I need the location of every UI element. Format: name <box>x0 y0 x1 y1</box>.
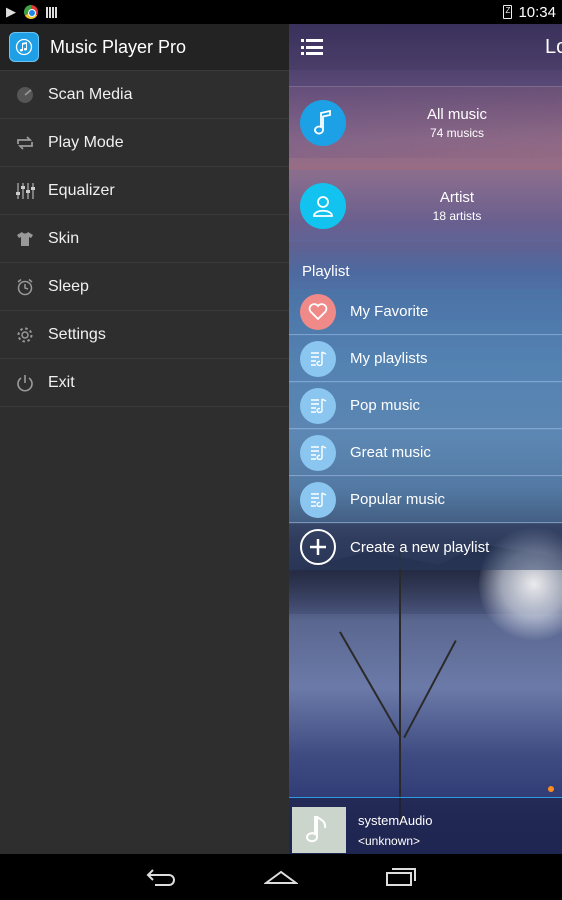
playlist-icon <box>300 481 336 518</box>
playlist-icon <box>300 340 336 377</box>
playlist-item-my-favorite[interactable]: My Favorite <box>289 289 562 335</box>
drawer-item-equalizer[interactable]: Equalizer <box>0 167 289 215</box>
playlist-item-label: My playlists <box>350 350 428 367</box>
playlist-item-great-music[interactable]: Great music <box>289 430 562 476</box>
now-playing-title: systemAudio <box>358 813 433 828</box>
all-music-card[interactable]: All music 74 musics <box>289 86 562 158</box>
drawer-item-skin[interactable]: Skin <box>0 215 289 263</box>
drawer-item-label: Equalizer <box>48 181 115 199</box>
chrome-icon <box>24 5 38 19</box>
playlist-item-label: Great music <box>350 444 431 461</box>
back-button[interactable] <box>141 862 181 892</box>
navigation-drawer: Music Player Pro Scan Media Play Mode Eq… <box>0 24 289 854</box>
all-music-title: All music <box>426 105 487 123</box>
album-art <box>292 807 346 853</box>
app-logo-icon <box>9 32 39 62</box>
clock: 10:34 <box>518 3 556 21</box>
battery-icon: Z <box>503 5 513 19</box>
drawer-item-sleep[interactable]: Sleep <box>0 263 289 311</box>
equalizer-icon <box>15 181 35 201</box>
app-title: Music Player Pro <box>50 36 187 57</box>
playlist-item-pop-music[interactable]: Pop music <box>289 383 562 429</box>
alarm-icon <box>15 277 35 297</box>
drawer-item-exit[interactable]: Exit <box>0 359 289 407</box>
mini-player[interactable]: systemAudio <unknown> <box>289 786 562 854</box>
playlist-section-label: Playlist <box>302 263 350 280</box>
recents-button[interactable] <box>381 862 421 892</box>
status-bar: ▶ Z 10:34 <box>0 0 562 24</box>
scan-icon <box>15 85 35 105</box>
repeat-icon <box>15 133 35 153</box>
home-icon <box>264 870 298 884</box>
person-icon <box>300 183 346 229</box>
progress-indicator[interactable] <box>548 786 554 792</box>
back-icon <box>146 869 175 886</box>
gear-icon <box>15 325 35 345</box>
system-nav-bar <box>0 854 562 900</box>
shirt-icon <box>15 229 35 249</box>
drawer-item-label: Exit <box>48 373 75 391</box>
artist-title: Artist <box>439 189 475 206</box>
create-playlist-button[interactable]: Create a new playlist <box>289 524 562 570</box>
playlist-item-popular-music[interactable]: Popular music <box>289 477 562 523</box>
main-content: Lo All music 74 musics Artist 18 artists… <box>289 24 562 854</box>
drawer-item-label: Skin <box>48 229 80 247</box>
home-button[interactable] <box>261 862 301 892</box>
drawer-item-settings[interactable]: Settings <box>0 311 289 359</box>
playlist-icon <box>300 387 336 424</box>
playlist-item-label: Pop music <box>350 397 421 414</box>
signal-bars-icon <box>46 6 57 18</box>
drawer-item-label: Scan Media <box>48 85 133 103</box>
list-menu-icon[interactable] <box>301 39 323 55</box>
playlist-item-label: My Favorite <box>350 303 429 320</box>
play-icon: ▶ <box>6 4 16 19</box>
drawer-item-label: Sleep <box>48 277 89 295</box>
playlist-item-label: Popular music <box>350 491 446 508</box>
recents-icon <box>386 868 416 886</box>
artist-count: 18 artists <box>432 209 482 223</box>
music-note-icon <box>300 99 346 146</box>
heart-icon <box>300 293 336 330</box>
create-playlist-label: Create a new playlist <box>350 538 490 556</box>
drawer-item-label: Settings <box>48 325 106 343</box>
top-bar: Lo <box>289 24 562 70</box>
drawer-item-play-mode[interactable]: Play Mode <box>0 119 289 167</box>
drawer-item-scan-media[interactable]: Scan Media <box>0 71 289 119</box>
artist-card[interactable]: Artist 18 artists <box>289 170 562 242</box>
now-playing-artist: <unknown> <box>358 834 421 848</box>
add-icon <box>300 529 336 565</box>
all-music-count: 74 musics <box>429 125 485 140</box>
drawer-item-label: Play Mode <box>48 133 124 151</box>
playlist-icon <box>300 434 336 471</box>
page-title: Lo <box>545 36 562 58</box>
power-icon <box>15 373 35 393</box>
playlist-item-my-playlists[interactable]: My playlists <box>289 336 562 382</box>
drawer-header: Music Player Pro <box>0 24 289 71</box>
